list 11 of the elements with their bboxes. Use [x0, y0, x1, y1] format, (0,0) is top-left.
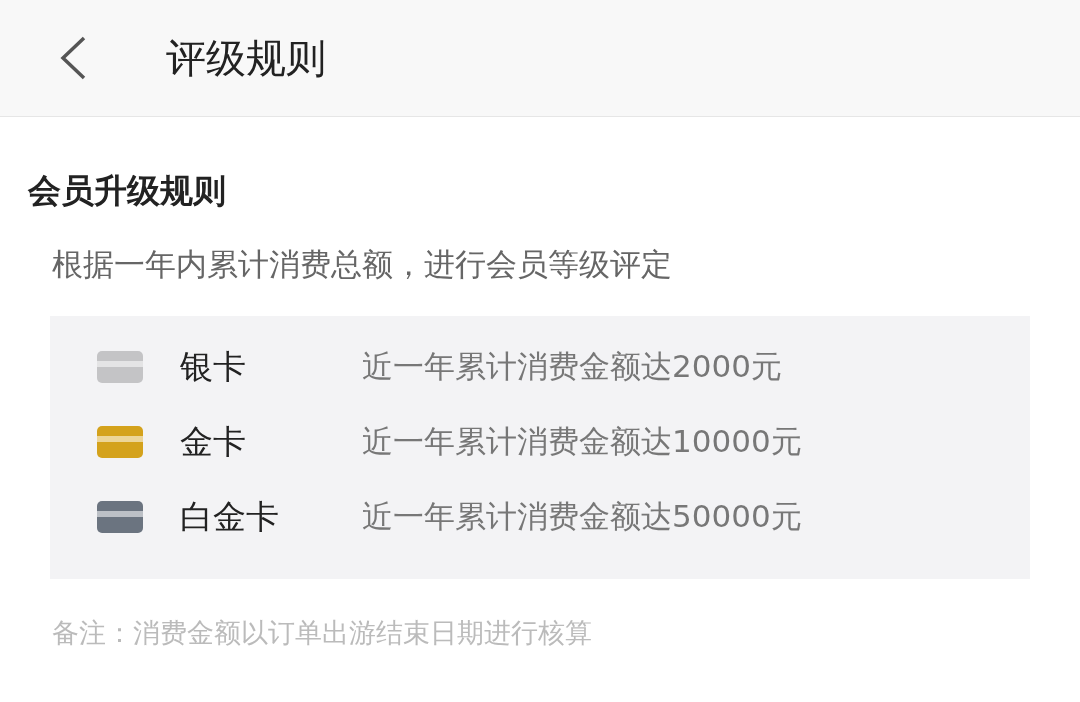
level-requirement: 近一年累计消费金额达2000元	[362, 347, 782, 386]
level-requirement: 近一年累计消费金额达50000元	[362, 497, 802, 536]
section-description: 根据一年内累计消费总额，进行会员等级评定	[52, 245, 673, 284]
level-requirement: 近一年累计消费金额达10000元	[362, 422, 802, 461]
level-name: 白金卡	[180, 495, 280, 538]
level-name: 银卡	[180, 345, 247, 388]
page-title: 评级规则	[166, 33, 326, 83]
back-icon[interactable]	[58, 35, 88, 81]
section-title: 会员升级规则	[28, 170, 227, 212]
note-text: 备注：消费金额以订单出游结束日期进行核算	[52, 616, 593, 650]
level-name: 金卡	[180, 420, 247, 463]
